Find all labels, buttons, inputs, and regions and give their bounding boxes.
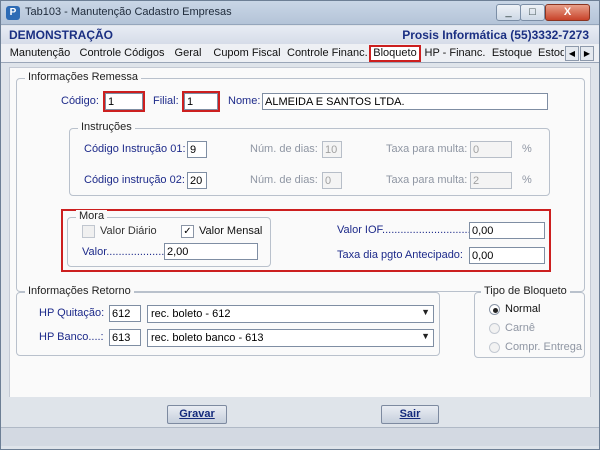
tab-manutencao[interactable]: Manutenção <box>5 45 75 62</box>
company-label: Prosis Informática (55)3332-7273 <box>402 28 589 42</box>
tab-scroll-left-icon[interactable]: ◀ <box>565 46 579 61</box>
valor-diario-checkbox[interactable] <box>82 225 95 238</box>
dias-02-label: Núm. de dias: <box>250 174 318 186</box>
maximize-button[interactable]: □ <box>520 4 545 21</box>
hp-banco-select[interactable]: rec. boleto banco - 613 ▼ <box>147 329 434 347</box>
tab-scroll-right-icon[interactable]: ▶ <box>580 46 594 61</box>
radio-normal[interactable] <box>489 304 500 315</box>
multa-01-label: Taxa para multa: <box>386 143 468 155</box>
minimize-button[interactable]: _ <box>496 4 521 21</box>
taxa-antecipado-input[interactable] <box>469 247 545 264</box>
retorno-group: Informações Retorno HP Quitação: rec. bo… <box>16 285 440 356</box>
instrucao-02-label: Código instrução 02: <box>84 174 185 186</box>
valor-mensal-label: Valor Mensal <box>199 225 263 237</box>
filial-input[interactable] <box>184 93 218 110</box>
sair-button[interactable]: Sair <box>381 405 439 424</box>
tab-content-bloqueto: Informações Remessa Código: Filial: Nome… <box>9 67 591 401</box>
retorno-legend: Informações Retorno <box>25 285 134 297</box>
app-logo-icon: P <box>6 6 20 20</box>
multa-02-percent: % <box>522 174 532 186</box>
instrucao-02-input[interactable] <box>187 172 207 189</box>
hp-quitacao-selected: rec. boleto - 612 <box>151 308 231 320</box>
mora-group: Mora Valor Diário ✓ Valor Mensal Valor..… <box>67 210 271 267</box>
radio-normal-label: Normal <box>505 303 541 315</box>
chevron-down-icon[interactable]: ▼ <box>421 307 430 317</box>
taxa-antecipado-label: Taxa dia pgto Antecipado: <box>337 249 463 261</box>
hp-quitacao-label: HP Quitação: <box>39 307 105 319</box>
instrucao-01-input[interactable] <box>187 141 207 158</box>
chevron-down-icon[interactable]: ▼ <box>421 331 430 341</box>
close-button[interactable]: X <box>545 4 590 21</box>
mora-valor-input[interactable] <box>164 243 258 260</box>
window-title: Tab103 - Manutenção Cadastro Empresas <box>25 6 232 18</box>
tab-hp-financ[interactable]: HP - Financ. <box>424 45 486 62</box>
iof-label: Valor IOF.............................: <box>337 224 474 236</box>
iof-input[interactable] <box>469 222 545 239</box>
hp-banco-label: HP Banco....: <box>39 331 104 343</box>
title-bar[interactable]: P Tab103 - Manutenção Cadastro Empresas … <box>1 1 599 25</box>
instrucoes-legend: Instruções <box>78 121 135 133</box>
codigo-label: Código: <box>61 95 99 107</box>
mora-legend: Mora <box>76 210 108 222</box>
tab-controle-financ[interactable]: Controle Financ. <box>287 45 368 62</box>
tab-controle-codigos[interactable]: Controle Códigos <box>78 45 166 62</box>
dias-02-input <box>322 172 342 189</box>
instrucoes-group: Instruções Código Instrução 01: Núm. de … <box>69 121 550 196</box>
tab-geral[interactable]: Geral <box>171 45 205 62</box>
instrucao-01-label: Código Instrução 01: <box>84 143 186 155</box>
nome-input[interactable] <box>262 93 548 110</box>
multa-01-input <box>470 141 512 158</box>
valor-mensal-checkbox[interactable]: ✓ <box>181 225 194 238</box>
multa-01-percent: % <box>522 143 532 155</box>
nome-label: Nome: <box>228 95 261 107</box>
radio-compr-entrega[interactable] <box>489 342 500 353</box>
gravar-button[interactable]: Gravar <box>167 405 227 424</box>
valor-diario-label: Valor Diário <box>100 225 157 237</box>
tab-bar: Manutenção Controle Códigos Geral Cupom … <box>1 44 599 63</box>
hp-banco-code-input[interactable] <box>109 329 141 346</box>
app-window: P Tab103 - Manutenção Cadastro Empresas … <box>0 0 600 450</box>
radio-compr-entrega-label: Compr. Entrega <box>505 341 583 353</box>
tab-bloqueto[interactable]: Bloqueto <box>369 45 421 62</box>
mora-valor-label: Valor......................: <box>82 246 177 258</box>
header-bar: DEMONSTRAÇÃO Prosis Informática (55)3332… <box>1 26 599 44</box>
filial-label: Filial: <box>153 95 179 107</box>
radio-carne-label: Carnê <box>505 322 535 334</box>
hp-quitacao-code-input[interactable] <box>109 305 141 322</box>
demo-label: DEMONSTRAÇÃO <box>9 28 113 42</box>
multa-02-input <box>470 172 512 189</box>
multa-02-label: Taxa para multa: <box>386 174 468 186</box>
tab-estoque[interactable]: Estoque <box>490 45 534 62</box>
tipo-bloqueto-group: Tipo de Bloqueto Normal Carnê Compr. Ent… <box>474 285 585 358</box>
dias-01-input <box>322 141 342 158</box>
status-bar <box>1 427 599 446</box>
codigo-input[interactable] <box>105 93 143 110</box>
radio-carne[interactable] <box>489 323 500 334</box>
tab-estoq-partial[interactable]: Estoq <box>538 45 564 62</box>
tipo-bloqueto-legend: Tipo de Bloqueto <box>481 285 570 297</box>
hp-banco-selected: rec. boleto banco - 613 <box>151 332 264 344</box>
tab-cupom-fiscal[interactable]: Cupom Fiscal <box>211 45 283 62</box>
remessa-group: Informações Remessa Código: Filial: Nome… <box>16 71 585 292</box>
remessa-legend: Informações Remessa <box>25 71 142 83</box>
hp-quitacao-select[interactable]: rec. boleto - 612 ▼ <box>147 305 434 323</box>
dias-01-label: Núm. de dias: <box>250 143 318 155</box>
footer-bar: Gravar Sair <box>1 397 599 449</box>
